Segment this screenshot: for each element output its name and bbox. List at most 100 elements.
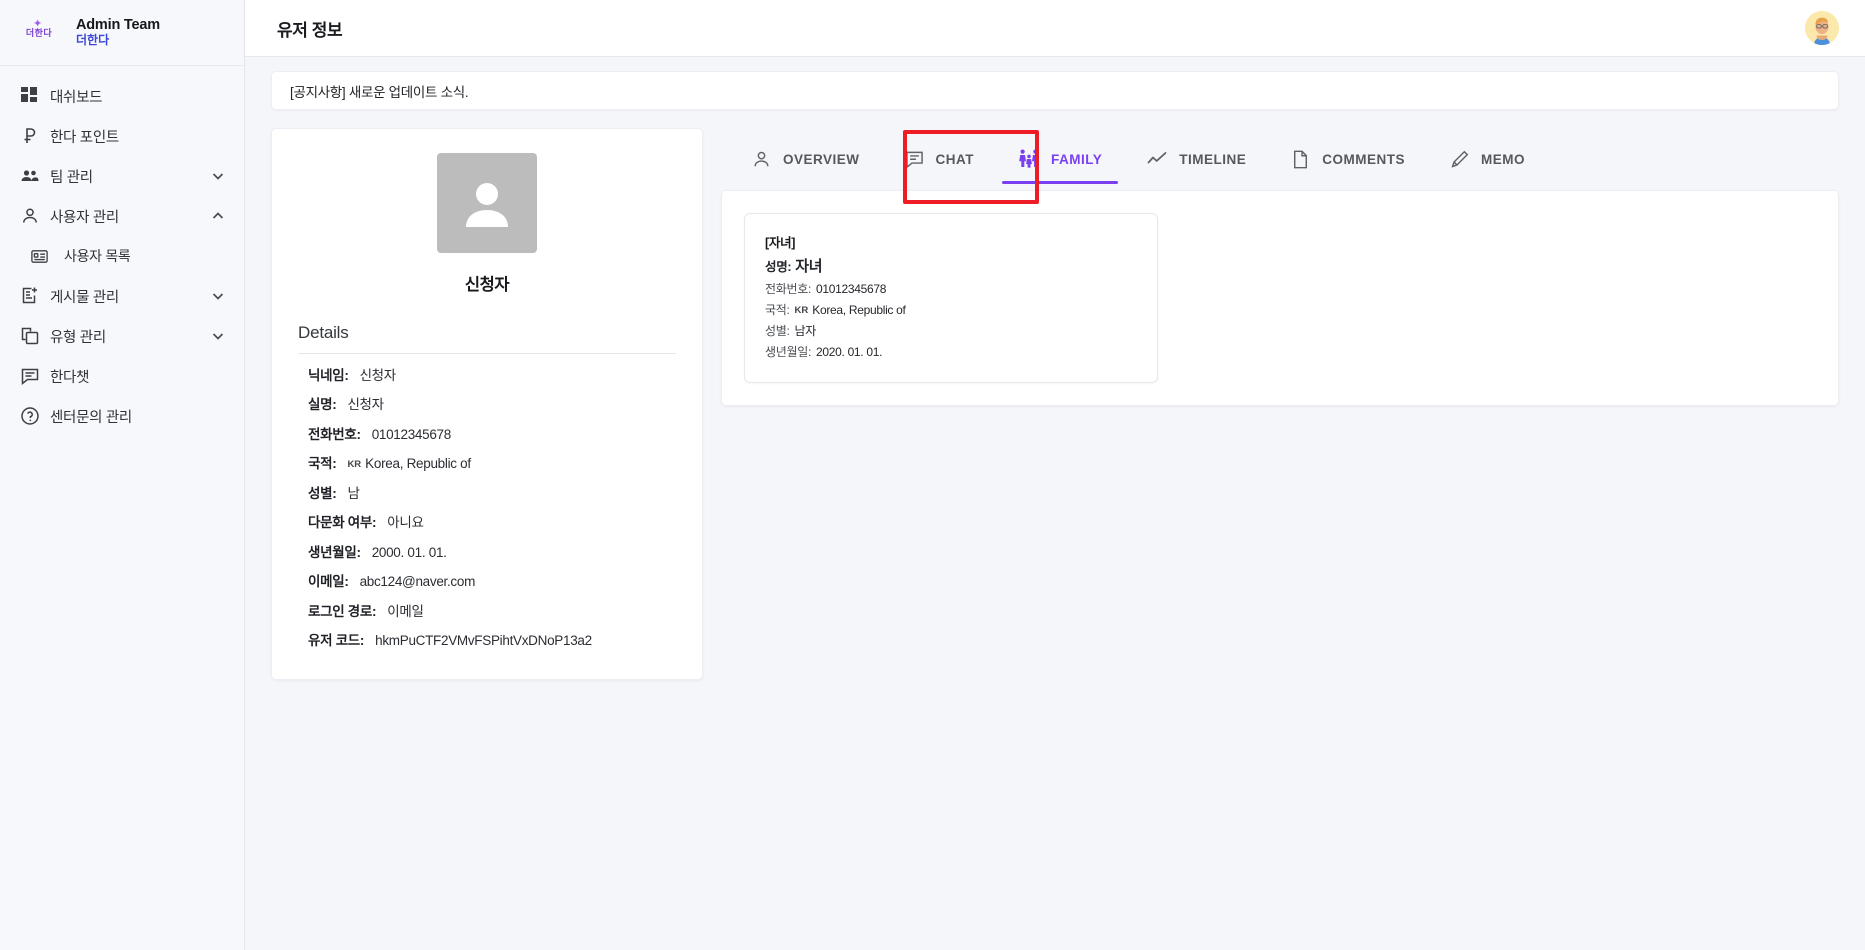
sidebar-item-team[interactable]: 팀 관리	[0, 156, 244, 196]
detail-value: abc124@naver.com	[359, 574, 476, 589]
tab-label: MEMO	[1481, 151, 1526, 167]
pencil-icon	[1449, 149, 1470, 170]
sidebar-item-label: 한다챗	[50, 369, 90, 386]
profile-name: 신청자	[464, 276, 510, 294]
topbar: 유저 정보	[245, 0, 1865, 57]
copy-icon	[10, 326, 50, 346]
tab-overview[interactable]: OVERVIEW	[729, 128, 882, 190]
detail-row: 성별: 남	[298, 472, 676, 502]
detail-row: 생년월일: 2000. 01. 01.	[298, 531, 676, 561]
family-panel: [자녀] 성명: 자녀 전화번호: 01012345678 국적: KR Korea, …	[721, 190, 1839, 406]
tab-label: CHAT	[935, 151, 975, 167]
sidebar-item-label: 사용자 목록	[64, 248, 131, 264]
sidebar: 더한다 ✦ Admin Team 더한다 대쉬보드 한다 포인트 팀 관리 사용…	[0, 0, 245, 950]
detail-row: 국적: KR Korea, Republic of	[298, 443, 676, 473]
chevron-up-icon[interactable]	[210, 208, 226, 224]
sidebar-item-label: 팀 관리	[50, 169, 93, 186]
family-name-row: 성명: 자녀	[765, 255, 1137, 276]
person-icon	[751, 149, 772, 170]
person-placeholder-icon	[437, 153, 537, 253]
app-root: 더한다 ✦ Admin Team 더한다 대쉬보드 한다 포인트 팀 관리 사용…	[0, 0, 1865, 950]
detail-row: 닉네임: 신청자	[298, 354, 676, 384]
tab-timeline[interactable]: TIMELINE	[1124, 128, 1268, 190]
tab-family[interactable]: FAMILY	[996, 128, 1124, 190]
sidebar-item-label: 한다 포인트	[50, 129, 119, 146]
family-detail-row: 전화번호: 01012345678	[765, 280, 1137, 297]
sidebar-item-types[interactable]: 유형 관리	[0, 316, 244, 356]
help-circle-icon	[10, 406, 50, 426]
detail-row: 이메일: abc124@naver.com	[298, 561, 676, 591]
announcement-banner[interactable]: [공지사항] 새로운 업데이트 소식.	[271, 71, 1839, 110]
detail-value: 아니요	[387, 515, 424, 530]
sidebar-item-label: 대쉬보드	[50, 89, 103, 106]
detail-value-text: Korea, Republic of	[365, 456, 471, 471]
detail-row: 실명: 신청자	[298, 384, 676, 414]
detail-label: 국적:	[308, 456, 337, 471]
sidebar-item-user-management[interactable]: 사용자 관리	[0, 196, 244, 236]
sidebar-item-label: 게시물 관리	[50, 289, 119, 306]
trending-line-icon	[1146, 148, 1168, 170]
sidebar-nav: 대쉬보드 한다 포인트 팀 관리 사용자 관리 사용자 목록 게시물 관리 유형…	[0, 66, 244, 436]
chat-bubble-icon	[904, 149, 925, 170]
tab-memo[interactable]: MEMO	[1427, 128, 1547, 190]
details-heading: Details	[298, 323, 349, 342]
sidebar-item-dashboard[interactable]: 대쉬보드	[0, 76, 244, 116]
detail-value: 남	[347, 485, 360, 501]
group-icon	[10, 166, 50, 186]
family-detail-label: 생년월일:	[765, 345, 811, 359]
document-icon	[1290, 149, 1311, 170]
tab-label: FAMILY	[1051, 151, 1103, 167]
detail-row: 로그인 경로: 이메일	[298, 590, 676, 620]
sidebar-item-label: 사용자 관리	[50, 209, 119, 226]
chat-icon	[10, 366, 50, 386]
detail-label: 성별:	[308, 485, 337, 501]
chevron-down-icon[interactable]	[210, 288, 226, 304]
country-flag-icon: KR	[347, 459, 362, 470]
family-detail-row: 국적: KR Korea, Republic of	[765, 301, 1137, 318]
family-detail-label: 성별:	[765, 324, 790, 338]
family-detail-label: 전화번호:	[765, 282, 811, 296]
family-detail-value: 남자	[794, 324, 817, 338]
sidebar-item-center-inquiry[interactable]: 센터문의 관리	[0, 396, 244, 436]
family-detail-row: 생년월일: 2020. 01. 01.	[765, 343, 1137, 360]
chevron-down-icon[interactable]	[210, 168, 226, 184]
family-name-label: 성명:	[765, 260, 792, 274]
avatar[interactable]	[1805, 11, 1839, 45]
content-columns: 신청자 Details 닉네임: 신청자 실명: 신청자 전화번호: 01012…	[245, 110, 1865, 680]
brand-title: Admin Team	[76, 16, 160, 33]
detail-row: 유저 코드: hkmPuCTF2VMvFSPihtVxDNoP13a2	[298, 620, 676, 650]
family-name-value: 자녀	[795, 258, 823, 275]
family-detail-value: KR Korea, Republic of	[795, 303, 906, 317]
family-detail-row: 성별: 남자	[765, 322, 1137, 339]
sidebar-item-points[interactable]: 한다 포인트	[0, 116, 244, 156]
sidebar-item-label: 유형 관리	[50, 329, 106, 346]
chevron-down-icon[interactable]	[210, 328, 226, 344]
brand-header[interactable]: 더한다 ✦ Admin Team 더한다	[0, 0, 244, 66]
detail-value: 신청자	[359, 367, 397, 383]
brand-logo-icon: 더한다 ✦	[16, 17, 62, 49]
detail-value: 이메일	[387, 603, 424, 619]
point-icon	[10, 126, 50, 146]
family-member-card[interactable]: [자녀] 성명: 자녀 전화번호: 01012345678 국적: KR Korea, …	[744, 213, 1158, 383]
family-icon	[1018, 148, 1040, 170]
sidebar-item-user-list[interactable]: 사용자 목록	[0, 236, 244, 276]
brand-subtitle: 더한다	[76, 33, 110, 48]
sidebar-item-posts[interactable]: 게시물 관리	[0, 276, 244, 316]
detail-value: 01012345678	[371, 426, 452, 442]
notice-wrapper: [공지사항] 새로운 업데이트 소식.	[245, 57, 1865, 110]
detail-label: 이메일:	[308, 574, 349, 589]
detail-row: 다문화 여부: 아니요	[298, 502, 676, 532]
detail-value: 신청자	[347, 397, 384, 412]
right-column: OVERVIEW CHAT FAMILY TIMELINE COMMENTS M…	[721, 128, 1839, 406]
person-icon	[10, 206, 50, 226]
tab-chat[interactable]: CHAT	[882, 128, 997, 190]
detail-label: 실명:	[308, 397, 337, 412]
tab-comments[interactable]: COMMENTS	[1268, 128, 1427, 190]
country-flag-icon: KR	[794, 305, 809, 316]
tab-label: OVERVIEW	[783, 151, 860, 167]
sidebar-item-chat[interactable]: 한다챗	[0, 356, 244, 396]
tab-label: COMMENTS	[1322, 151, 1406, 167]
tab-label: TIMELINE	[1179, 151, 1247, 167]
detail-label: 전화번호:	[308, 426, 361, 442]
detail-row: 전화번호: 01012345678	[298, 413, 676, 443]
